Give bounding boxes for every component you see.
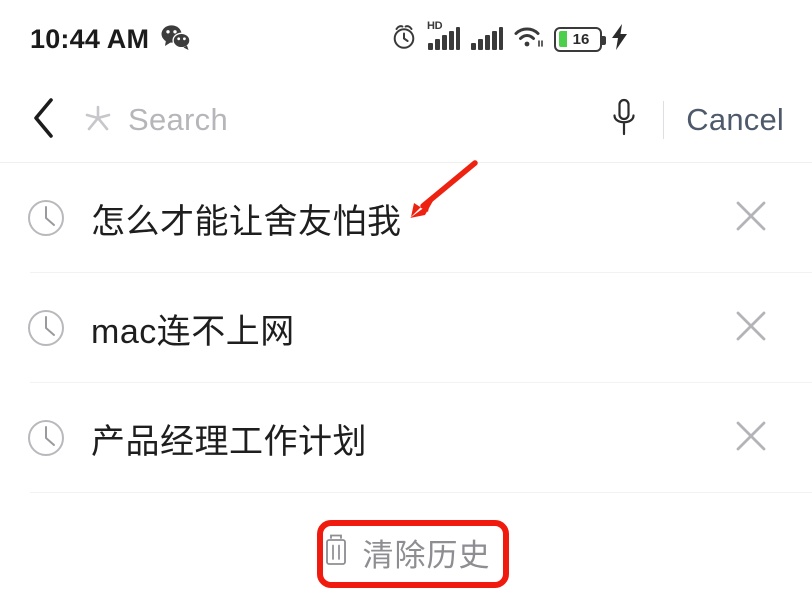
status-bar-right: HD 16 xyxy=(390,0,629,78)
search-starburst-icon xyxy=(82,102,114,139)
delete-history-item-1-button[interactable] xyxy=(724,301,778,355)
hd-label: HD xyxy=(427,19,443,32)
voice-search-button[interactable] xyxy=(601,94,647,146)
charging-bolt-icon xyxy=(611,23,629,55)
status-bar: 10:44 AM HD 16 xyxy=(0,0,812,78)
search-placeholder: Search xyxy=(128,102,229,137)
search-history-list: 怎么才能让舍友怕我 mac连不上网 产品经理工作计划 xyxy=(0,163,812,493)
delete-history-item-0-button[interactable] xyxy=(724,191,778,245)
history-item-label: mac连不上网 xyxy=(91,312,295,351)
hd-signal-icon: HD xyxy=(427,19,461,56)
status-bar-left: 10:44 AM xyxy=(30,24,191,55)
delete-history-item-2-button[interactable] xyxy=(724,411,778,465)
clock-icon xyxy=(26,198,66,238)
battery-fill xyxy=(558,31,567,47)
wifi-icon xyxy=(513,23,545,56)
battery-level: 16 xyxy=(572,30,590,48)
status-time: 10:44 AM xyxy=(30,23,150,54)
search-input[interactable]: Search xyxy=(66,93,601,147)
battery-icon: 16 xyxy=(554,26,606,52)
alarm-clock-icon xyxy=(390,23,418,56)
back-button[interactable] xyxy=(22,93,66,147)
history-item-label: 产品经理工作计划 xyxy=(91,422,367,461)
close-x-icon xyxy=(732,417,770,460)
search-bar: Search Cancel xyxy=(0,78,812,163)
close-x-icon xyxy=(732,197,770,240)
history-item-label: 怎么才能让舍友怕我 xyxy=(91,202,402,241)
clear-history-button[interactable]: 清除历史 xyxy=(300,520,513,585)
signal-icon xyxy=(470,23,504,56)
history-item-1[interactable]: mac连不上网 xyxy=(0,273,812,383)
trash-icon xyxy=(322,534,350,571)
clear-history-label: 清除历史 xyxy=(362,538,491,573)
clock-icon xyxy=(26,418,66,458)
history-item-0[interactable]: 怎么才能让舍友怕我 xyxy=(0,163,812,273)
wechat-icon xyxy=(161,24,191,55)
history-item-2[interactable]: 产品经理工作计划 xyxy=(0,383,812,493)
microphone-icon xyxy=(609,96,639,145)
search-bar-divider xyxy=(663,101,665,139)
close-x-icon xyxy=(732,307,770,350)
cancel-button[interactable]: Cancel xyxy=(686,102,788,138)
back-chevron-icon xyxy=(31,97,57,144)
clear-history-zone: 清除历史 xyxy=(0,493,812,612)
clock-icon xyxy=(26,308,66,348)
